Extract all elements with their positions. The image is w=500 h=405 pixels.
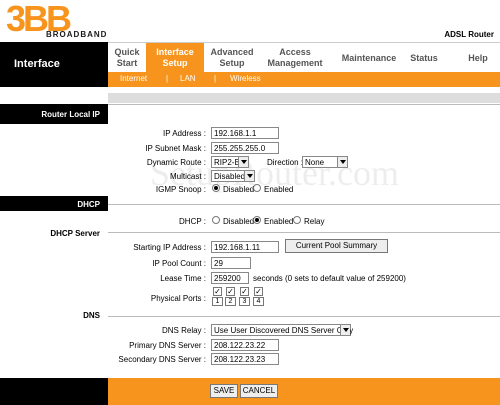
igmp-disabled-radio[interactable] <box>212 184 220 192</box>
dhcp-label: DHCP : <box>179 217 206 226</box>
section-dns: DNS <box>0 311 108 321</box>
ip-address-label: IP Address : <box>163 129 206 138</box>
dhcp-disabled-text: Disabled <box>223 217 255 226</box>
dynamic-route-select[interactable]: RIP2-B <box>211 156 249 168</box>
direction-label: Direction : <box>267 158 304 167</box>
dhcp-enabled-radio[interactable] <box>253 216 261 224</box>
current-pool-summary-button[interactable]: Current Pool Summary <box>285 239 388 253</box>
lease-time-input[interactable]: 259200 <box>211 272 249 284</box>
primary-dns-label: Primary DNS Server : <box>129 341 206 350</box>
main-nav: Quick Start Interface Setup Advanced Set… <box>108 42 500 73</box>
dhcp-disabled-radio[interactable] <box>212 216 220 224</box>
tab-status[interactable]: Status <box>404 45 444 71</box>
dhcp-relay-text: Relay <box>304 217 325 226</box>
chevron-down-icon <box>238 157 248 167</box>
divider <box>108 316 500 317</box>
dns-relay-value: Use User Discovered DNS Server Only <box>214 326 354 335</box>
starting-ip-label: Starting IP Address : <box>133 243 206 252</box>
port-3-checkbox[interactable]: ✓ <box>240 287 249 296</box>
ip-address-input[interactable]: 192.168.1.1 <box>211 127 279 139</box>
direction-select[interactable]: None <box>302 156 348 168</box>
dhcp-relay-radio[interactable] <box>293 216 301 224</box>
dns-relay-select[interactable]: Use User Discovered DNS Server Only <box>211 324 354 336</box>
subnav-divider: | <box>214 74 217 83</box>
header: 3BB BROADBAND ADSL Router <box>0 0 500 42</box>
divider <box>108 104 500 105</box>
section-title: DNS <box>83 311 100 320</box>
divider <box>108 232 500 233</box>
subnet-mask-input[interactable]: 255.255.255.0 <box>211 142 279 154</box>
tab-maintenance[interactable]: Maintenance <box>334 45 404 71</box>
spacer-band <box>0 87 500 104</box>
subtab-lan[interactable]: LAN <box>180 74 196 83</box>
port-number: 1 <box>212 297 223 306</box>
port-number: 4 <box>253 297 264 306</box>
dns-relay-label: DNS Relay : <box>161 326 206 335</box>
section-dhcp-server: DHCP Server <box>0 229 108 239</box>
tab-quick-start[interactable]: Quick Start <box>108 45 146 71</box>
tab-advanced-setup[interactable]: Advanced Setup <box>204 45 260 71</box>
ip-pool-count-label: IP Pool Count : <box>152 259 206 268</box>
section-title: Router Local IP <box>41 110 100 119</box>
port-1-checkbox[interactable]: ✓ <box>213 287 222 296</box>
section-title: DHCP Server <box>50 229 100 238</box>
save-button[interactable]: SAVE <box>210 384 238 398</box>
brand-logo: 3BB BROADBAND <box>6 0 141 40</box>
secondary-dns-input[interactable]: 208.122.23.23 <box>211 353 279 365</box>
primary-dns-input[interactable]: 208.122.23.22 <box>211 339 279 351</box>
lease-time-note: (0 sets to default value of 259200) <box>285 274 406 283</box>
divider <box>108 204 500 205</box>
section-dhcp: DHCP <box>0 196 108 211</box>
igmp-enabled-radio[interactable] <box>253 184 261 192</box>
ip-pool-count-input[interactable]: 29 <box>211 257 251 269</box>
starting-ip-input[interactable]: 192.168.1.11 <box>211 241 279 253</box>
nav-section-title: Interface <box>14 58 60 70</box>
lease-time-unit: seconds <box>253 274 283 283</box>
subnav-divider: | <box>166 74 169 83</box>
sub-nav: Internet | LAN | Wireless <box>108 72 500 87</box>
chevron-down-icon <box>340 325 350 335</box>
subtab-wireless[interactable]: Wireless <box>230 74 261 83</box>
port-2-checkbox[interactable]: ✓ <box>226 287 235 296</box>
tab-interface-setup[interactable]: Interface Setup <box>146 43 204 73</box>
chevron-down-icon <box>337 157 347 167</box>
physical-ports-label: Physical Ports : <box>150 294 206 303</box>
secondary-dns-label: Secondary DNS Server : <box>118 355 206 364</box>
igmp-enabled-text: Enabled <box>264 185 294 194</box>
port-number: 2 <box>225 297 236 306</box>
section-title: DHCP <box>77 200 100 209</box>
multicast-label: Multicast : <box>169 172 206 181</box>
igmp-snoop-label: IGMP Snoop : <box>155 185 206 194</box>
multicast-value: Disabled <box>214 172 246 181</box>
product-title: ADSL Router <box>444 30 494 39</box>
subtab-internet[interactable]: Internet <box>120 74 147 83</box>
port-number: 3 <box>239 297 250 306</box>
footer-bar <box>108 378 500 405</box>
igmp-disabled-text: Disabled <box>223 185 255 194</box>
chevron-down-icon <box>244 171 254 181</box>
dhcp-enabled-text: Enabled <box>264 217 294 226</box>
lease-time-label: Lease Time : <box>160 274 206 283</box>
direction-value: None <box>305 158 325 167</box>
port-4-checkbox[interactable]: ✓ <box>254 287 263 296</box>
multicast-select[interactable]: Disabled <box>211 170 255 182</box>
footer-left-block <box>0 378 108 405</box>
section-router-local-ip: Router Local IP <box>0 104 108 124</box>
tab-access-management[interactable]: Access Management <box>260 45 330 71</box>
logo-subtitle: BROADBAND <box>46 30 108 39</box>
nav-section-label: Interface <box>0 42 108 87</box>
subnet-mask-label: IP Subnet Mask : <box>145 144 206 153</box>
tab-help[interactable]: Help <box>458 45 498 71</box>
dynamic-route-value: RIP2-B <box>214 158 240 167</box>
cancel-button[interactable]: CANCEL <box>240 384 278 398</box>
dynamic-route-label: Dynamic Route : <box>146 158 206 167</box>
